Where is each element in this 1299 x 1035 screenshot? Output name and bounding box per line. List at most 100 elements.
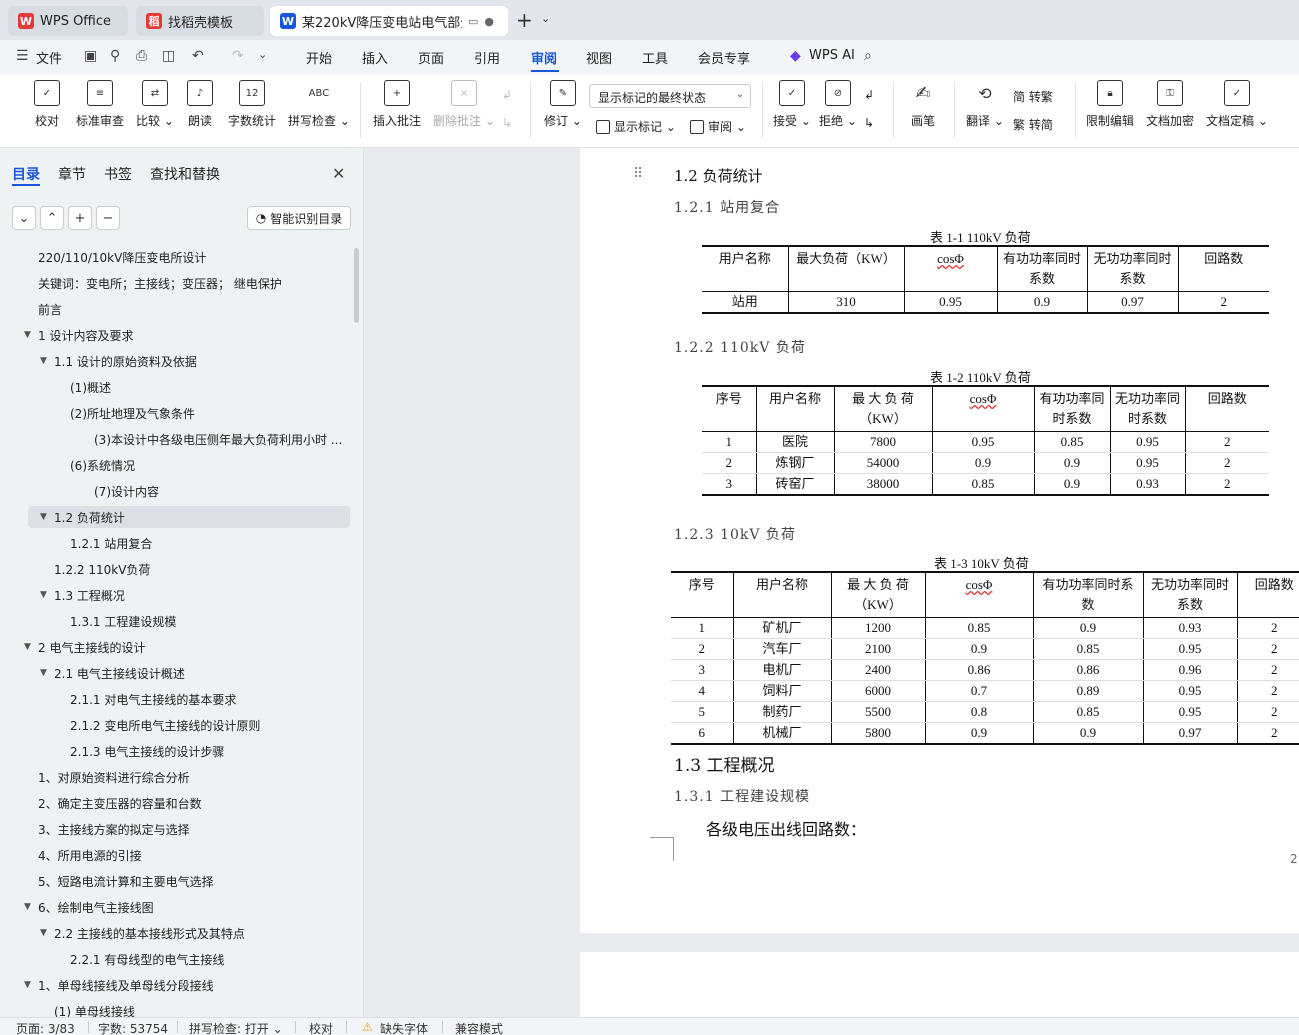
menu-wps-ai[interactable]: WPS AI — [809, 48, 855, 63]
new-tab-plus-icon[interactable]: + — [516, 8, 533, 32]
toc-item[interactable]: 1.2.2 110kV负荷 — [0, 558, 350, 580]
toc-item[interactable]: 4、所用电源的引接 — [0, 844, 350, 866]
toc-item[interactable]: ▼ 1.2 负荷统计 — [28, 506, 350, 528]
menu-start[interactable]: 开始 — [306, 48, 332, 67]
menu-page[interactable]: 页面 — [418, 48, 444, 67]
print-preview-icon[interactable]: ◫ — [162, 48, 175, 64]
reject-button[interactable]: ⊘ 拒绝 ⌄ — [819, 80, 857, 129]
review-pane-button[interactable]: 审阅 ⌄ — [690, 118, 746, 135]
prev-comment-icon[interactable]: ↲ — [502, 88, 512, 102]
expand-arrow-icon[interactable]: ▼ — [40, 512, 47, 522]
toc-item[interactable]: ▼ 1.3 工程概况 — [0, 584, 350, 606]
collapse-up-button[interactable]: ⌃ — [40, 206, 64, 230]
translate-button[interactable]: ⟲ 翻译 ⌄ — [966, 80, 1004, 129]
finalize-doc-button[interactable]: ✓ 文档定稿 ⌄ — [1206, 80, 1268, 129]
toc-item[interactable]: ▼ 1 设计内容及要求 — [0, 324, 350, 346]
share-icon[interactable]: ⚲ — [110, 48, 120, 64]
status-word-count[interactable]: 字数: 53754 — [98, 1020, 168, 1035]
compare-button[interactable]: ⇄ 比较 ⌄ — [136, 80, 174, 129]
toc-item[interactable]: 2.1.2 变电所电气主接线的设计原则 — [0, 714, 350, 736]
add-heading-button[interactable]: + — [68, 206, 92, 230]
status-page[interactable]: 页面: 3/83 — [16, 1020, 75, 1035]
menu-tools[interactable]: 工具 — [642, 48, 668, 67]
expand-arrow-icon[interactable]: ▼ — [24, 330, 31, 340]
toc-item[interactable]: ▼ 1、单母线接线及单母线分段接线 — [0, 974, 350, 996]
remove-heading-button[interactable]: − — [96, 206, 120, 230]
toc-item[interactable]: (3)本设计中各级电压侧年最大负荷利用小时 ... — [0, 428, 350, 450]
encrypt-doc-button[interactable]: ⚿ 文档加密 — [1146, 80, 1194, 129]
toc-item[interactable]: 220/110/10kV降压变电所设计 — [0, 246, 350, 268]
track-changes-button[interactable]: ✎ 修订 ⌄ — [544, 80, 582, 129]
menu-view[interactable]: 视图 — [586, 48, 612, 67]
menu-review[interactable]: 审阅 — [531, 48, 557, 67]
toc-item[interactable]: ▼ 2.1 电气主接线设计概述 — [0, 662, 350, 684]
word-count-button[interactable]: 12 字数统计 — [228, 80, 276, 129]
print-icon[interactable]: ⎙ — [136, 48, 147, 64]
delete-comment-button[interactable]: × 删除批注 ⌄ — [433, 80, 495, 129]
expand-arrow-icon[interactable]: ▼ — [24, 642, 31, 652]
status-proofread[interactable]: 校对 — [309, 1020, 333, 1035]
toc-scrollbar[interactable] — [354, 248, 359, 323]
redo-icon[interactable]: ↷ — [232, 48, 244, 64]
toc-item[interactable]: (6)系统情况 — [0, 454, 350, 476]
toc-item[interactable]: 前言 — [0, 298, 350, 320]
tab-chapters[interactable]: 章节 — [58, 164, 86, 184]
toc-item[interactable]: 2.1.3 电气主接线的设计步骤 — [0, 740, 350, 762]
toc-item[interactable]: ▼ 2.2 主接线的基本接线形式及其特点 — [0, 922, 350, 944]
read-aloud-button[interactable]: ♪ 朗读 — [187, 80, 213, 129]
expand-arrow-icon[interactable]: ▼ — [40, 668, 47, 678]
spell-check-button[interactable]: ABC 拼写检查 ⌄ — [288, 80, 350, 129]
hamburger-icon[interactable]: ☰ — [16, 48, 29, 64]
show-markup-button[interactable]: 显示标记 ⌄ — [596, 118, 676, 135]
toc-item[interactable]: 1.3.1 工程建设规模 — [0, 610, 350, 632]
toc-item[interactable]: (1) 单母线接线 — [0, 1000, 350, 1018]
toc-item[interactable]: 3、主接线方案的拟定与选择 — [0, 818, 350, 840]
menu-file[interactable]: 文件 — [36, 48, 62, 67]
insert-comment-button[interactable]: + 插入批注 — [373, 80, 421, 129]
toc-item[interactable]: 1、对原始资料进行综合分析 — [0, 766, 350, 788]
screen-icon[interactable]: ▭ — [468, 15, 478, 28]
tab-bookmarks[interactable]: 书签 — [104, 164, 132, 184]
proofread-button[interactable]: ✓ 校对 — [34, 80, 60, 129]
accept-button[interactable]: ✓ 接受 ⌄ — [773, 80, 811, 129]
wps-ai-icon[interactable]: ◆ — [790, 48, 801, 64]
toc-item[interactable]: (7)设计内容 — [0, 480, 350, 502]
toc-item[interactable]: ▼ 1.1 设计的原始资料及依据 — [0, 350, 350, 372]
toc-item[interactable]: 2、确定主变压器的容量和台数 — [0, 792, 350, 814]
toc-item[interactable]: 关键词：变电所；主接线；变压器； 继电保护 — [0, 272, 350, 294]
toc-item[interactable]: ▼ 6、绘制电气主接线图 — [0, 896, 350, 918]
restrict-edit-button[interactable]: 🔒︎ 限制编辑 — [1086, 80, 1134, 129]
collapse-down-button[interactable]: ⌄ — [12, 206, 36, 230]
tab-document[interactable]: W 某220kV降压变电站电气部分 ▭ ● — [270, 6, 508, 36]
undo-icon[interactable]: ↶ — [192, 48, 204, 64]
to-traditional-button[interactable]: 简 转繁 — [1013, 88, 1053, 105]
next-comment-icon[interactable]: ↳ — [502, 116, 512, 130]
menu-member[interactable]: 会员专享 — [698, 48, 750, 67]
toc-item[interactable]: 5、短路电流计算和主要电气选择 — [0, 870, 350, 892]
toc-item[interactable]: ▼ 2 电气主接线的设计 — [0, 636, 350, 658]
next-change-icon[interactable]: ↳ — [864, 116, 874, 130]
tab-template[interactable]: 稻 找稻壳模板 — [136, 6, 264, 36]
toc-item[interactable]: 2.1.1 对电气主接线的基本要求 — [0, 688, 350, 710]
toc-item[interactable]: 1.2.1 站用复合 — [0, 532, 350, 554]
tab-toc[interactable]: 目录 — [12, 164, 40, 184]
prev-change-icon[interactable]: ↲ — [864, 88, 874, 102]
expand-arrow-icon[interactable]: ▼ — [40, 590, 47, 600]
status-spell-check[interactable]: 拼写检查: 打开 ⌄ — [189, 1020, 283, 1035]
status-missing-font[interactable]: 缺失字体 — [380, 1020, 428, 1035]
smart-toc-button[interactable]: ◔ 智能识别目录 — [247, 206, 351, 230]
chevron-down-icon[interactable]: ⌄ — [541, 12, 550, 25]
toc-item[interactable]: (2)所址地理及气象条件 — [0, 402, 350, 424]
pen-button[interactable]: ✍ 画笔 — [910, 80, 936, 129]
close-icon[interactable]: ✕ — [332, 164, 345, 183]
tab-wps-office[interactable]: W WPS Office — [8, 6, 128, 36]
tab-find-replace[interactable]: 查找和替换 — [150, 164, 220, 184]
expand-arrow-icon[interactable]: ▼ — [40, 928, 47, 938]
to-simplified-button[interactable]: 繁 转简 — [1013, 116, 1053, 133]
search-icon[interactable]: ⌕ — [864, 48, 872, 64]
standard-review-button[interactable]: ≡ 标准审查 — [76, 80, 124, 129]
menu-insert[interactable]: 插入 — [362, 48, 388, 67]
markup-state-select[interactable]: 显示标记的最终状态 ⌄ — [589, 84, 751, 108]
menu-reference[interactable]: 引用 — [474, 48, 500, 67]
expand-arrow-icon[interactable]: ▼ — [24, 902, 31, 912]
